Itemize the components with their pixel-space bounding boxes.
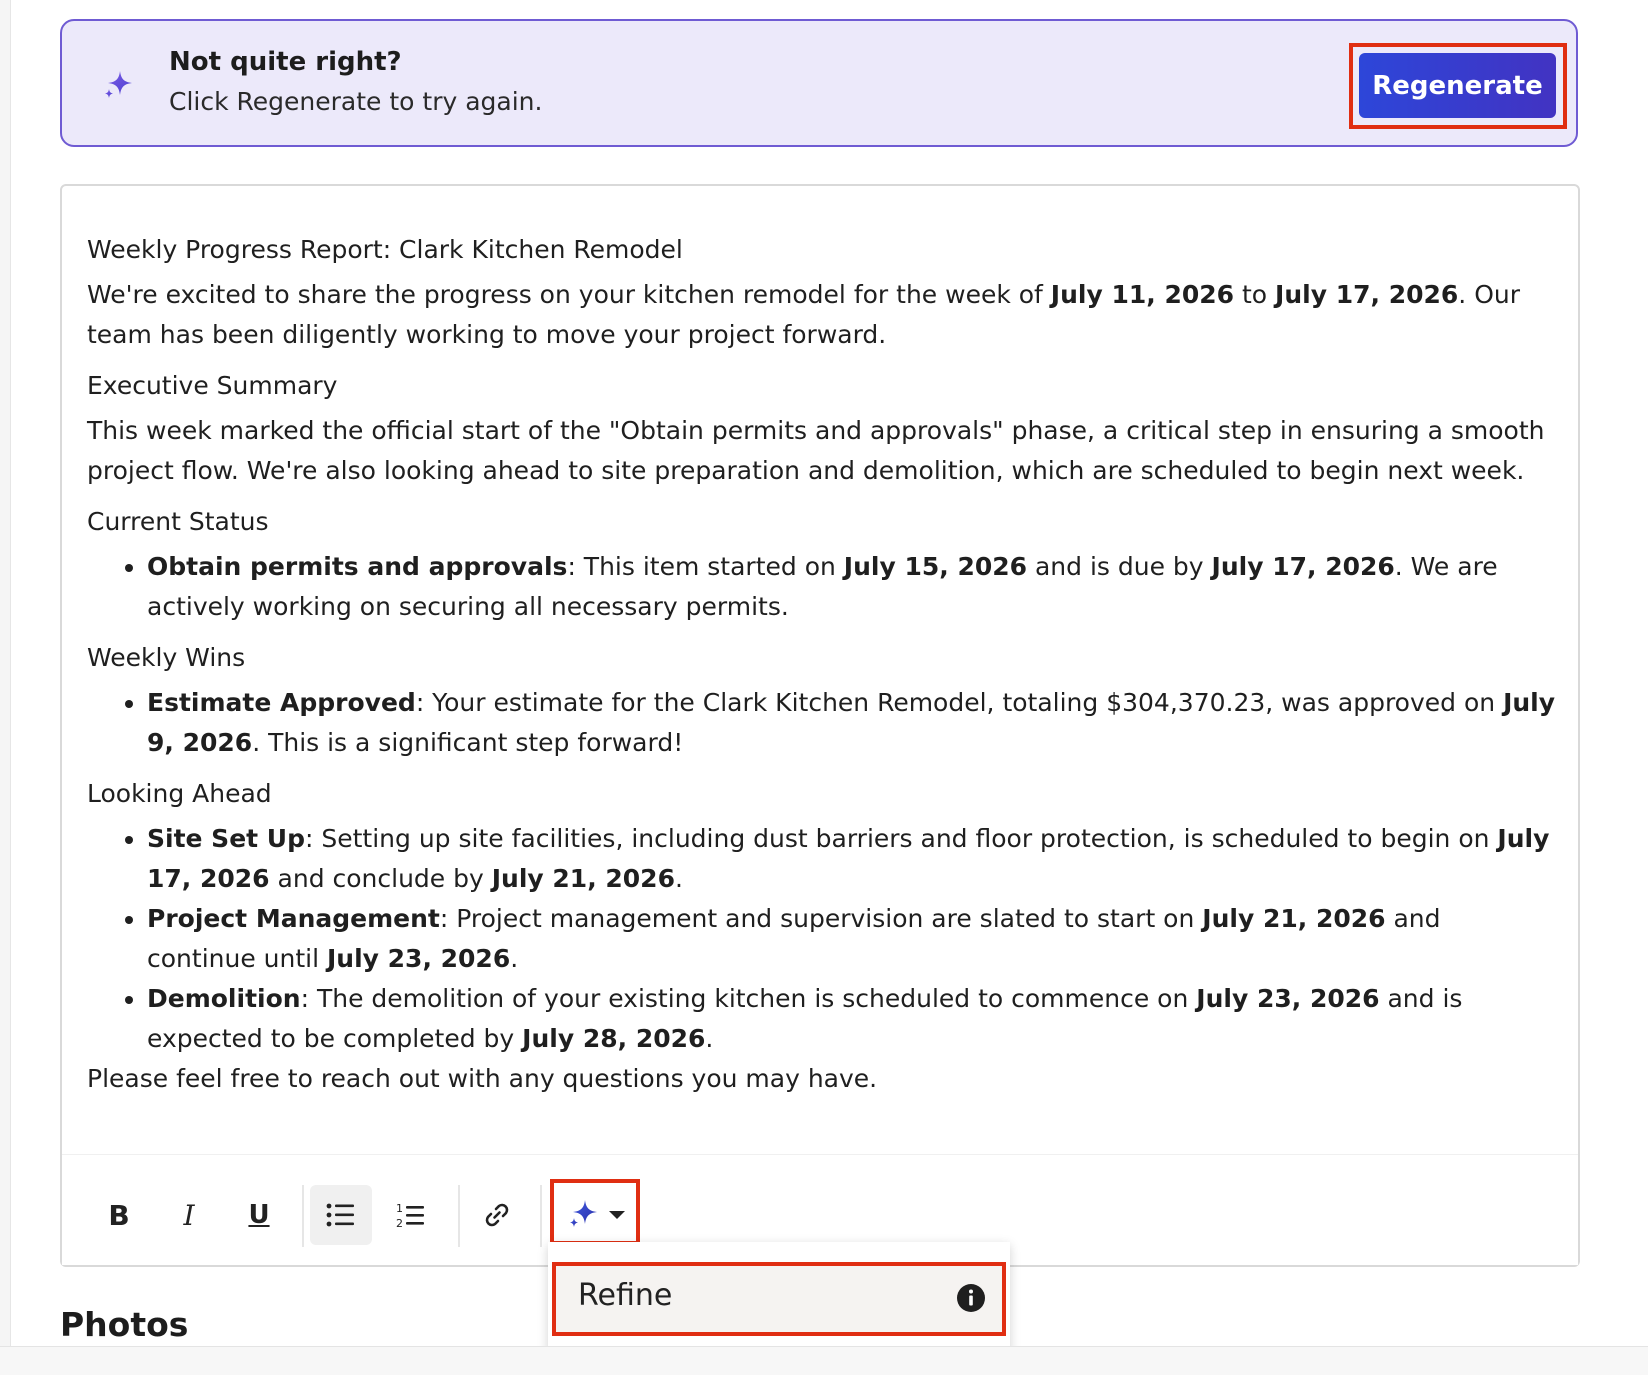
- caret-down-icon: [609, 1211, 625, 1219]
- list-item: Project Management: Project management a…: [147, 899, 1557, 979]
- toolbar-divider: [302, 1185, 304, 1247]
- left-rail: [0, 0, 11, 1374]
- ai-dropdown-menu: Refine: [548, 1242, 1010, 1354]
- link-icon: [485, 1203, 509, 1227]
- underline-icon: U: [248, 1200, 270, 1230]
- bulleted-list-button[interactable]: [310, 1185, 372, 1245]
- closing-text: Please feel free to reach out with any q…: [87, 1064, 878, 1093]
- toolbar-divider: [458, 1185, 460, 1247]
- sparkle-icon: [105, 71, 132, 98]
- italic-icon: I: [183, 1198, 195, 1232]
- list-item: Obtain permits and approvals: This item …: [147, 547, 1557, 627]
- bold-icon: B: [108, 1198, 130, 1232]
- ai-sparkle-icon: [570, 1200, 597, 1227]
- list-item: Demolition: The demolition of your exist…: [147, 979, 1557, 1059]
- regenerate-button[interactable]: Regenerate: [1359, 53, 1556, 118]
- banner-subtitle: Click Regenerate to try again.: [169, 87, 543, 116]
- link-button[interactable]: [466, 1185, 528, 1245]
- info-icon[interactable]: [956, 1283, 986, 1313]
- list-item: Site Set Up: Setting up site facilities,…: [147, 819, 1557, 899]
- page-footer-strip: [0, 1346, 1648, 1375]
- refine-menu-item[interactable]: Refine: [552, 1262, 1006, 1336]
- ai-assist-button[interactable]: [556, 1185, 636, 1245]
- svg-text:2: 2: [396, 1217, 403, 1229]
- exec-summary-text: This week marked the official start of t…: [87, 416, 1545, 485]
- toolbar-divider: [540, 1185, 542, 1247]
- current-status-list: Obtain permits and approvals: This item …: [87, 547, 1557, 627]
- list-item: Estimate Approved: Your estimate for the…: [147, 683, 1557, 763]
- rich-text-editor[interactable]: Weekly Progress Report: Clark Kitchen Re…: [60, 184, 1580, 1267]
- current-status-heading: Current Status: [87, 507, 269, 536]
- numbered-list-button[interactable]: 1 2: [380, 1185, 442, 1245]
- exec-summary-heading: Executive Summary: [87, 371, 338, 400]
- looking-ahead-heading: Looking Ahead: [87, 779, 272, 808]
- report-title: Weekly Progress Report: Clark Kitchen Re…: [87, 235, 683, 264]
- banner-title: Not quite right?: [169, 47, 402, 77]
- weekly-wins-list: Estimate Approved: Your estimate for the…: [87, 683, 1557, 763]
- underline-button[interactable]: U: [228, 1185, 290, 1245]
- intro-paragraph: We're excited to share the progress on y…: [87, 280, 1520, 349]
- weekly-wins-heading: Weekly Wins: [87, 643, 246, 672]
- numbered-list-icon: 1 2: [396, 1202, 424, 1229]
- photos-heading: Photos: [60, 1305, 189, 1344]
- bold-button[interactable]: B: [88, 1185, 150, 1245]
- editor-content[interactable]: Weekly Progress Report: Clark Kitchen Re…: [87, 230, 1557, 1099]
- bulleted-list-icon: [326, 1203, 354, 1227]
- refine-label: Refine: [578, 1278, 673, 1313]
- looking-ahead-list: Site Set Up: Setting up site facilities,…: [87, 819, 1557, 1059]
- svg-text:1: 1: [396, 1202, 403, 1215]
- italic-button[interactable]: I: [158, 1185, 220, 1245]
